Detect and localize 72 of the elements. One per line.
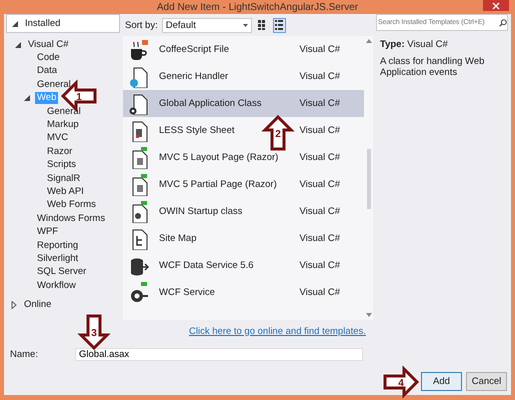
- template-name[interactable]: WCF Service: [159, 287, 215, 298]
- annotation-arrow: [261, 115, 295, 150]
- tree-item[interactable]: Silverlight: [35, 252, 80, 265]
- tree-item[interactable]: Razor: [45, 146, 74, 158]
- template-name[interactable]: Site Map: [159, 233, 196, 244]
- tree-item[interactable]: Workflow: [35, 280, 78, 292]
- template-name[interactable]: OWIN Startup class: [159, 206, 242, 217]
- template-name[interactable]: CoffeeScript File: [159, 44, 230, 55]
- sort-dropdown[interactable]: Default: [162, 18, 252, 32]
- tree-item[interactable]: Data: [35, 65, 60, 78]
- annotation-arrow: [77, 314, 111, 350]
- expanded-icon[interactable]: [23, 94, 31, 102]
- tree-item[interactable]: WPF: [35, 226, 60, 238]
- scrollbar-thumb[interactable]: [366, 149, 370, 209]
- tree-item[interactable]: SignalR: [45, 172, 82, 185]
- name-label: Name:: [10, 348, 39, 360]
- tree-item[interactable]: Web API: [45, 186, 86, 198]
- tree-item[interactable]: MVC: [45, 132, 70, 144]
- tree-item[interactable]: Windows Forms: [35, 212, 108, 225]
- annotation-arrow: [384, 365, 419, 399]
- dialog-button[interactable]: Cancel: [466, 372, 507, 390]
- name-field[interactable]: Global.asax: [75, 348, 363, 360]
- search-icon[interactable]: [499, 19, 507, 27]
- template-language: Visual C#: [300, 125, 340, 136]
- template-language: Visual C#: [300, 287, 340, 298]
- tree-item[interactable]: SQL Server: [35, 266, 88, 278]
- collapsed-icon[interactable]: [10, 301, 18, 310]
- online-templates-link[interactable]: Click here to go online and find templates.: [189, 326, 366, 336]
- template-language: Visual C#: [300, 152, 340, 163]
- close-button[interactable]: [483, 0, 509, 11]
- type-label: Type:: [380, 39, 405, 50]
- template-name[interactable]: Generic Handler: [159, 71, 228, 82]
- template-name[interactable]: Global Application Class: [159, 98, 262, 109]
- tree-item[interactable]: Scripts: [45, 159, 78, 172]
- template-name[interactable]: WCF Data Service 5.6: [159, 260, 254, 271]
- dialog-button[interactable]: Add: [421, 372, 462, 390]
- tree-item[interactable]: Code: [35, 52, 62, 64]
- expanded-icon[interactable]: [11, 20, 19, 28]
- tree-item[interactable]: Reporting: [35, 240, 80, 252]
- scroll-down-icon[interactable]: [366, 313, 372, 317]
- window-title: Add New Item - LightSwitchAngularJS.Server: [156, 2, 358, 12]
- step-number: 3: [91, 328, 97, 339]
- list-view-button[interactable]: [272, 18, 286, 32]
- template-description: A class for handling Web Application events: [380, 56, 486, 78]
- template-name[interactable]: MVC 5 Partial Page (Razor): [159, 179, 277, 190]
- caret-icon: [242, 24, 248, 26]
- tree-item[interactable]: General: [35, 78, 73, 91]
- template-language: Visual C#: [300, 260, 340, 271]
- template-language: Visual C#: [300, 233, 340, 244]
- template-language: Visual C#: [300, 98, 340, 109]
- grid-icon: [258, 20, 266, 30]
- template-language: Visual C#: [300, 71, 340, 82]
- step-number: 4: [398, 378, 404, 389]
- template-language: Visual C#: [300, 179, 340, 190]
- tree-item[interactable]: Online: [22, 299, 54, 312]
- document-icon: [127, 66, 149, 88]
- list-icon: [275, 20, 284, 30]
- tree-item[interactable]: Visual C#: [26, 38, 70, 51]
- document-gear-icon: [127, 92, 149, 114]
- close-icon: [492, 2, 500, 10]
- step-number: 2: [275, 129, 281, 140]
- type-value: Visual C#: [407, 39, 448, 50]
- expanded-icon[interactable]: [14, 40, 22, 49]
- template-name[interactable]: MVC 5 Layout Page (Razor): [159, 152, 278, 163]
- template-language: Visual C#: [300, 206, 340, 217]
- template-name[interactable]: LESS Style Sheet: [159, 125, 235, 136]
- template-language: Visual C#: [300, 44, 340, 55]
- sort-label: Sort by:: [125, 20, 158, 30]
- step-number: 1: [76, 92, 82, 103]
- tree-item[interactable]: Markup: [45, 119, 81, 132]
- scroll-up-icon[interactable]: [366, 39, 372, 43]
- tree-item[interactable]: Web Forms: [45, 199, 98, 212]
